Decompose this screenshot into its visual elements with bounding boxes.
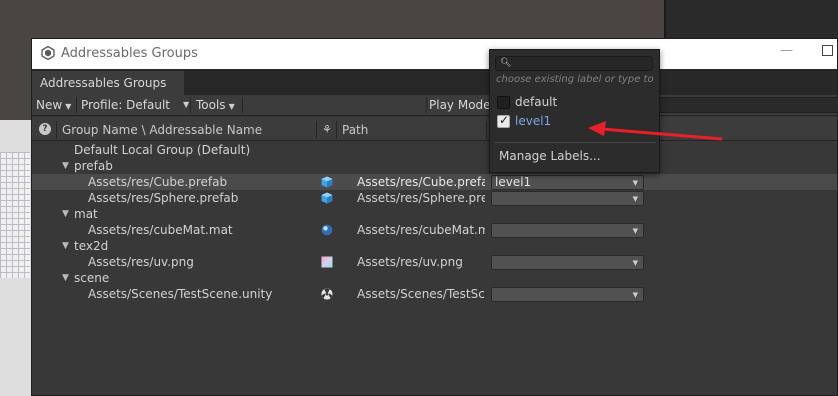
scene-icon (321, 288, 333, 300)
help-icon[interactable]: ? (39, 123, 51, 135)
play-mode-label: Play Mode (429, 98, 491, 112)
tools-label: Tools (196, 98, 226, 112)
scene-cube-preview (0, 152, 30, 278)
label-search-hint: choose existing label or type to c (496, 74, 656, 85)
entry-path: Assets/res/cubeMat.mat (357, 223, 485, 237)
labels-dropdown[interactable]: ▼ (491, 223, 644, 238)
expand-arrow-icon[interactable]: ▼ (62, 206, 69, 222)
prefab-icon (321, 192, 333, 204)
column-divider[interactable] (336, 121, 337, 139)
column-divider[interactable] (56, 121, 57, 139)
column-group-name[interactable]: Group Name \ Addressable Name (62, 123, 262, 137)
entry-row[interactable]: Assets/res/cubeMat.mat Assets/res/cubeMa… (32, 222, 837, 238)
labels-dropdown[interactable]: ▼ (491, 255, 644, 270)
checkbox-checked[interactable] (497, 113, 510, 128)
labels-dropdown[interactable]: level1 ▼ (491, 175, 644, 190)
background-panel (664, 0, 838, 40)
label-option-text: level1 (515, 114, 552, 128)
folder-label: scene (74, 271, 110, 285)
unity-logo-icon (41, 46, 55, 60)
column-path[interactable]: Path (342, 123, 368, 137)
group-row[interactable]: Default Local Group (Default) (32, 142, 837, 158)
play-mode-dropdown[interactable]: Play Mode (425, 95, 491, 115)
profile-label: Profile: Default (81, 98, 171, 112)
search-input[interactable] (659, 97, 838, 113)
labels-dropdown[interactable]: ▼ (491, 287, 644, 302)
tab-strip: Addressables Groups (32, 69, 837, 95)
chevron-down-icon: ▼ (228, 102, 235, 111)
material-icon (321, 224, 333, 236)
entry-name: Assets/res/uv.png (88, 255, 194, 269)
folder-label: prefab (74, 159, 113, 173)
entry-path: Assets/res/Cube.prefab (357, 175, 485, 189)
label-option-default[interactable]: default (496, 94, 654, 112)
folder-label: tex2d (74, 239, 109, 253)
entry-path: Assets/res/uv.png (357, 255, 463, 269)
addressables-groups-window: Addressables Groups — Addressables Group… (31, 38, 838, 396)
expand-arrow-icon[interactable]: ▼ (62, 238, 69, 254)
folder-row-scene[interactable]: ▼ scene (32, 270, 837, 286)
profile-dropdown[interactable]: Profile: Default ▼ (77, 95, 190, 115)
new-label: New (36, 98, 63, 112)
entry-row[interactable]: Assets/res/Cube.prefab Assets/res/Cube.p… (32, 174, 837, 190)
chevron-down-icon: ▼ (632, 195, 638, 203)
folder-label: mat (74, 207, 98, 221)
search-icon: 🔍︎ (500, 58, 512, 68)
chevron-down-icon: ▼ (65, 102, 72, 111)
tab-addressables-groups[interactable]: Addressables Groups (32, 71, 184, 95)
maximize-button[interactable] (822, 45, 833, 56)
toolbar: New ▼ Profile: Default ▼ Tools ▼ Play Mode (32, 95, 838, 116)
minimize-button[interactable]: — (780, 43, 793, 58)
chevron-down-icon: ▼ (632, 227, 638, 235)
chevron-down-icon: ▼ (632, 259, 638, 267)
title-bar: Addressables Groups — (32, 39, 837, 69)
entry-name: Assets/Scenes/TestScene.unity (88, 287, 273, 301)
manage-labels-button[interactable]: Manage Labels... (499, 149, 601, 163)
entry-name: Assets/res/Sphere.prefab (88, 191, 239, 205)
labels-dropdown[interactable]: ▼ (491, 191, 644, 206)
entry-path: Assets/Scenes/TestScene.unity (357, 287, 485, 301)
entry-row[interactable]: Assets/res/Sphere.prefab Assets/res/Sphe… (32, 190, 837, 206)
labels-value: level1 (495, 175, 532, 189)
label-search-input[interactable]: 🔍︎ (495, 56, 653, 71)
folder-row-tex2d[interactable]: ▼ tex2d (32, 238, 837, 254)
expand-arrow-icon[interactable]: ▼ (62, 270, 69, 286)
entry-path: Assets/res/Sphere.prefab (357, 191, 485, 205)
label-option-text: default (515, 95, 558, 109)
entry-name: Assets/res/cubeMat.mat (88, 223, 233, 237)
chevron-down-icon: ▼ (632, 291, 638, 299)
entry-name: Assets/res/Cube.prefab (88, 175, 228, 189)
chevron-down-icon: ▼ (632, 179, 638, 187)
texture-icon (321, 256, 333, 268)
folder-row-prefab[interactable]: ▼ prefab (32, 158, 837, 174)
toolbar-divider (242, 97, 243, 113)
prefab-icon (321, 176, 333, 188)
checkbox-unchecked[interactable] (497, 96, 510, 109)
column-divider[interactable] (316, 121, 317, 139)
entry-row[interactable]: Assets/Scenes/TestScene.unity Assets/Sce… (32, 286, 837, 302)
annotation-arrow-icon (588, 121, 723, 141)
new-dropdown[interactable]: New ▼ (32, 95, 71, 115)
toolbar-divider (190, 97, 191, 113)
entry-row[interactable]: Assets/res/uv.png Assets/res/uv.png ▼ (32, 254, 837, 270)
window-title: Addressables Groups (61, 46, 198, 61)
chevron-down-icon: ▼ (183, 100, 190, 109)
asset-type-column-icon[interactable]: ⚘ (322, 123, 332, 136)
column-divider[interactable] (486, 121, 487, 139)
labels-popup: 🔍︎ choose existing label or type to c de… (489, 49, 660, 173)
tools-dropdown[interactable]: Tools ▼ (192, 95, 235, 115)
group-label: Default Local Group (Default) (74, 143, 251, 157)
expand-arrow-icon[interactable]: ▼ (62, 158, 69, 174)
folder-row-mat[interactable]: ▼ mat (32, 206, 837, 222)
